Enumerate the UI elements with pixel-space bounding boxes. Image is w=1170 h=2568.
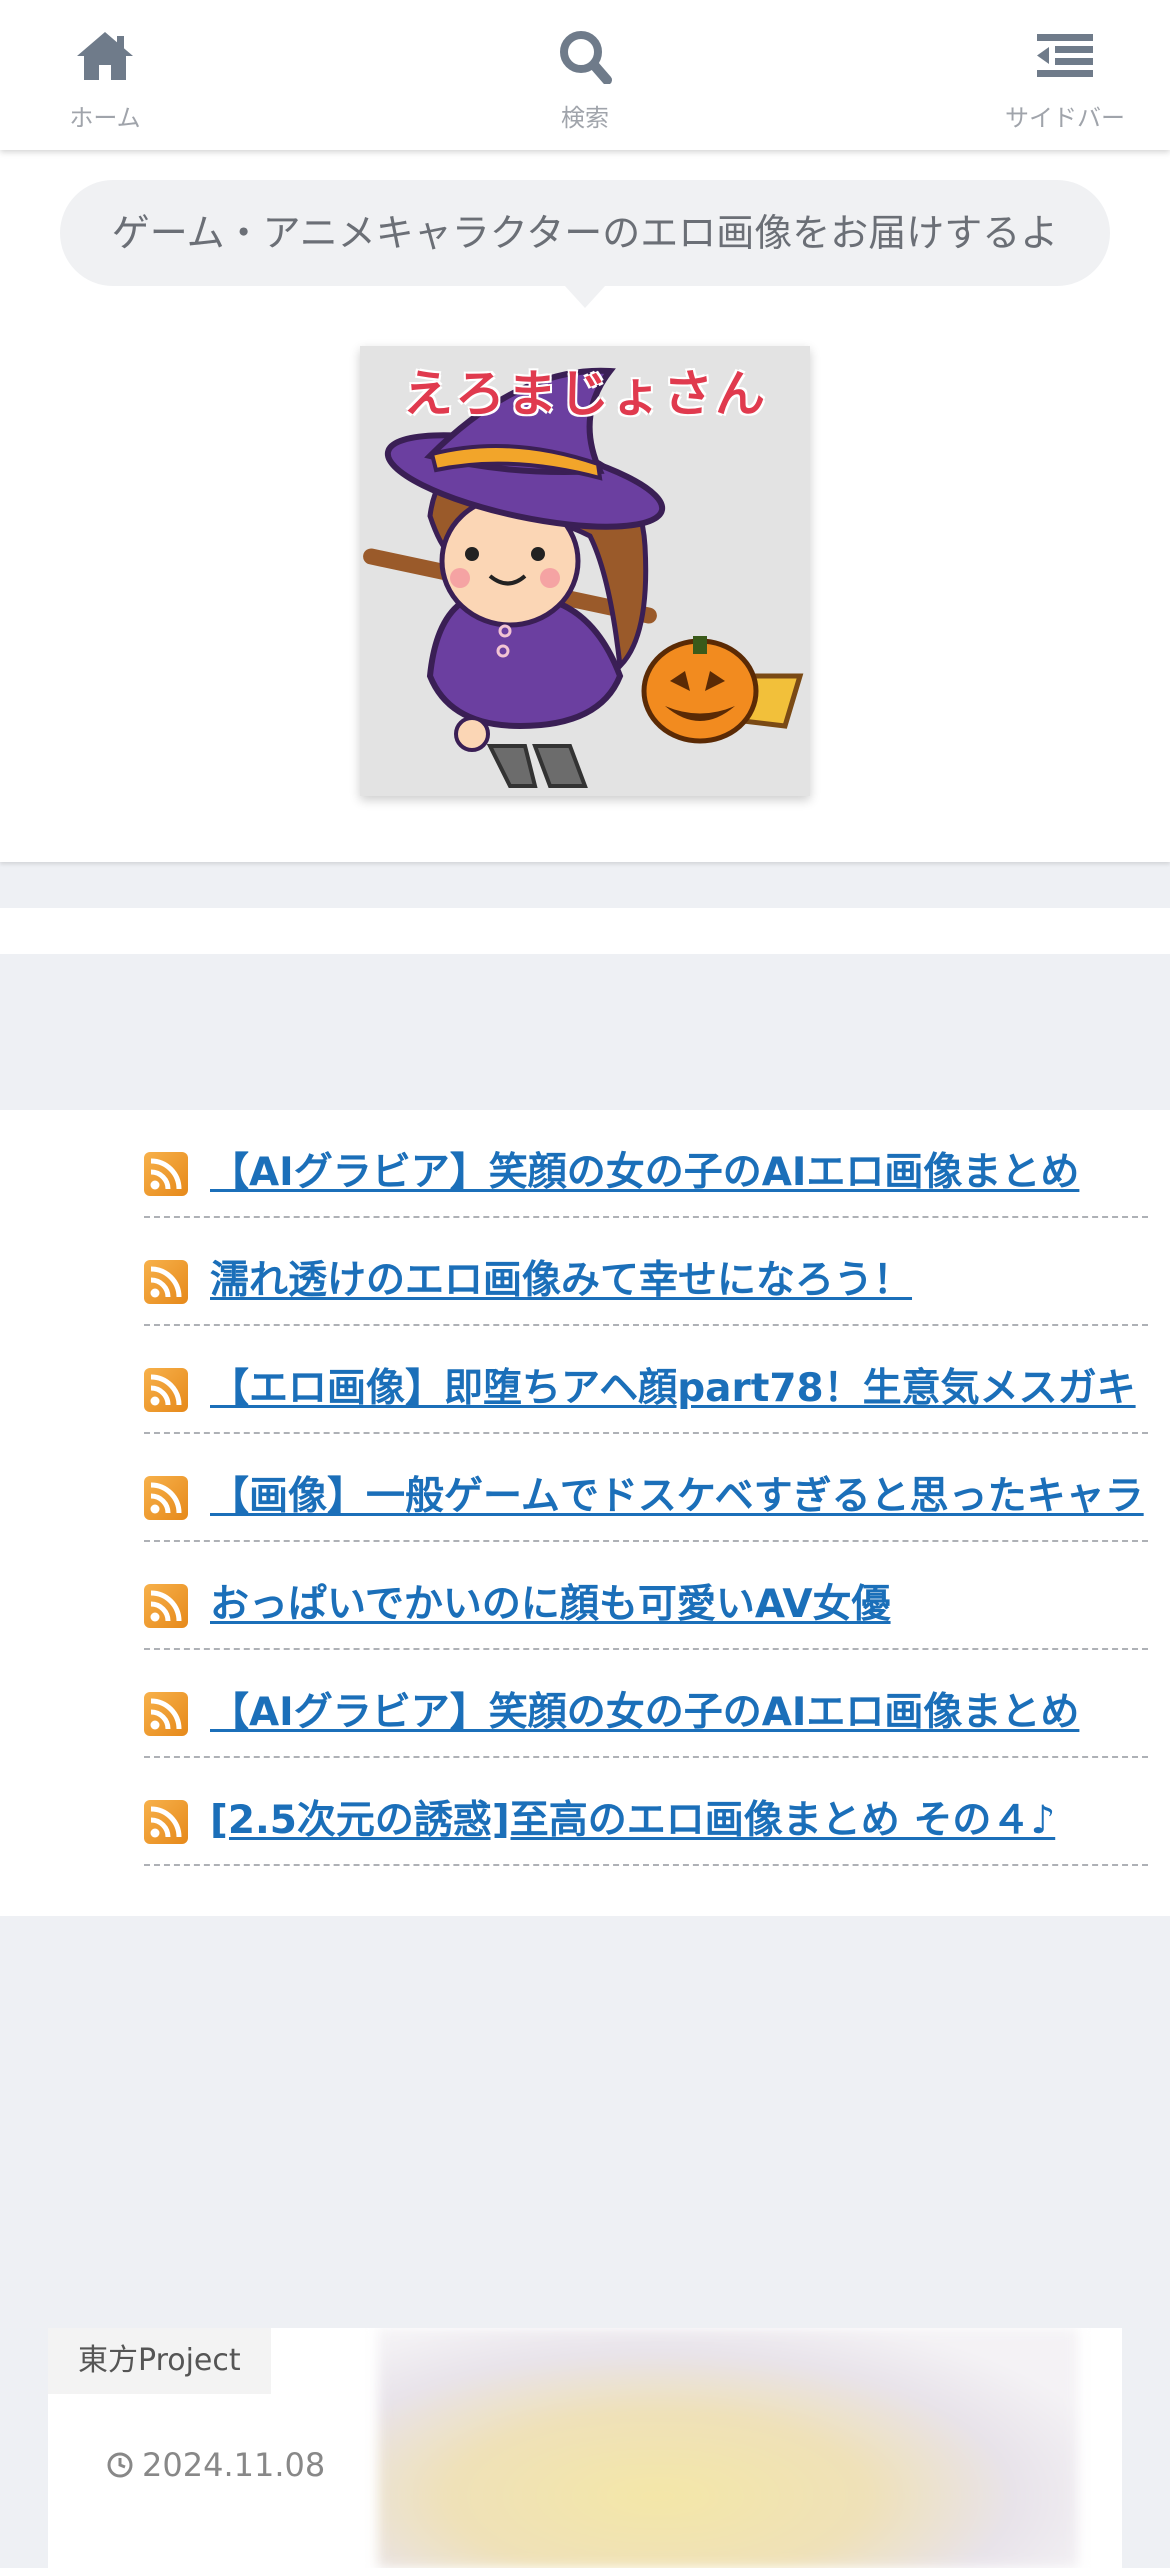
rss-icon [144, 1800, 188, 1844]
nav-sidebar-button[interactable]: サイドバー [945, 0, 1170, 150]
article-date: 2024.11.08 [106, 2446, 325, 2484]
nav-sidebar-label: サイドバー [1005, 104, 1125, 132]
sidebar-menu-icon [1037, 34, 1093, 77]
rss-icon [144, 1692, 188, 1736]
feed-item-link[interactable]: 濡れ透けのエロ画像みて幸せになろう！ [210, 1256, 1144, 1306]
rss-feed-list: 【AIグラビア】笑顔の女の子のAIエロ画像まとめ 濡れ透けのエロ画像みて幸せにな… [0, 1110, 1170, 1916]
nav-home-label: ホーム [69, 104, 141, 132]
site-tagline: ゲーム・アニメキャラクターのエロ画像をお届けするよ [60, 180, 1110, 286]
nav-search-button[interactable]: 検索 [465, 0, 705, 150]
feed-item-link[interactable]: 【画像】一般ゲームでドスケベすぎると思ったキャラ [210, 1472, 1144, 1522]
search-icon [560, 31, 612, 84]
feed-item: 【エロ画像】即堕ちアヘ顔part78！生意気メスガキ [144, 1326, 1148, 1434]
feed-item: [2.5次元の誘惑]至高のエロ画像まとめ その４♪ [144, 1758, 1148, 1866]
feed-item-link[interactable]: 【AIグラビア】笑顔の女の子のAIエロ画像まとめ [210, 1148, 1144, 1198]
article-card[interactable]: 東方Project 2024.11.08 [48, 2328, 1122, 2568]
rss-icon [144, 1152, 188, 1196]
top-navigation: ホーム 検索 サイドバー [0, 0, 1170, 150]
feed-item: 【AIグラビア】笑顔の女の子のAIエロ画像まとめ [144, 1110, 1148, 1218]
article-date-text: 2024.11.08 [142, 2446, 326, 2484]
rss-icon [144, 1368, 188, 1412]
feed-item: 濡れ透けのエロ画像みて幸せになろう！ [144, 1218, 1148, 1326]
rss-icon [144, 1476, 188, 1520]
feed-item-link[interactable]: [2.5次元の誘惑]至高のエロ画像まとめ その４♪ [210, 1796, 1144, 1846]
feed-item-link[interactable]: 【AIグラビア】笑顔の女の子のAIエロ画像まとめ [210, 1688, 1144, 1738]
article-thumbnail[interactable] [378, 2328, 1078, 2568]
feed-item: 【画像】一般ゲームでドスケベすぎると思ったキャラ [144, 1434, 1148, 1542]
rss-icon [144, 1584, 188, 1628]
home-icon [77, 32, 133, 80]
feed-item-link[interactable]: おっぱいでかいのに顔も可愛いAV女優 [210, 1580, 1144, 1630]
divider-strip [0, 908, 1170, 954]
feed-item: おっぱいでかいのに顔も可愛いAV女優 [144, 1542, 1148, 1650]
nav-home-button[interactable]: ホーム [0, 0, 225, 150]
feed-item: 【AIグラビア】笑顔の女の子のAIエロ画像まとめ [144, 1650, 1148, 1758]
rss-icon [144, 1260, 188, 1304]
nav-search-label: 検索 [561, 104, 609, 132]
tagline-tail [565, 286, 605, 308]
article-category-label[interactable]: 東方Project [48, 2328, 271, 2394]
clock-icon [107, 2452, 133, 2478]
site-logo[interactable]: えろまじょさん [360, 346, 810, 796]
site-header: ゲーム・アニメキャラクターのエロ画像をお届けするよ えろまじょさん [0, 150, 1170, 862]
logo-text: えろまじょさん [403, 365, 767, 423]
feed-item-link[interactable]: 【エロ画像】即堕ちアヘ顔part78！生意気メスガキ [210, 1364, 1144, 1414]
